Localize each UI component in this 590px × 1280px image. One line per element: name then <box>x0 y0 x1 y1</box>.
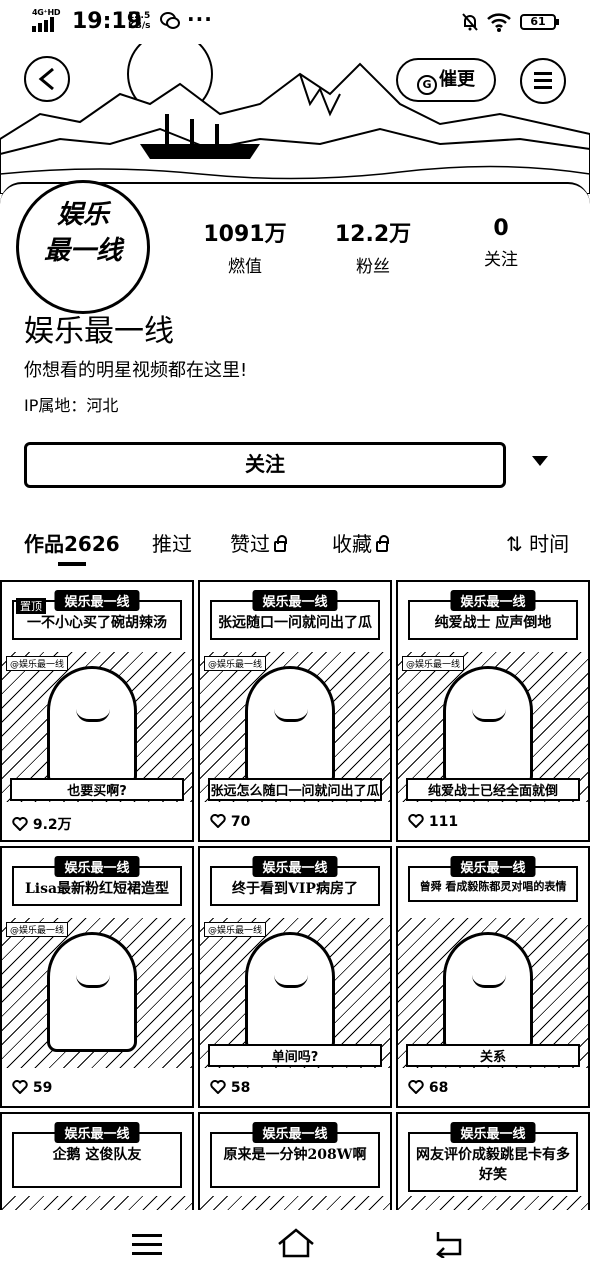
watermark: @娱乐最一线 <box>402 656 465 671</box>
tab-favorites[interactable]: 收藏 <box>332 528 389 557</box>
video-thumbnail <box>2 1196 192 1210</box>
avatar[interactable]: 娱乐 最一线 <box>16 180 150 314</box>
video-thumbnail <box>2 918 192 1068</box>
stat-heat[interactable]: 1091万 燃值 <box>190 216 300 277</box>
urge-update-button[interactable]: G 催更 <box>396 58 496 102</box>
heart-icon <box>210 814 226 828</box>
wechat-icon <box>160 12 180 29</box>
follow-button[interactable]: 关注 <box>24 442 506 488</box>
ip-location: IP属地：河北 <box>24 396 119 415</box>
watermark: @娱乐最一线 <box>6 922 69 937</box>
sort-by-time-button[interactable]: ⇅ 时间 <box>506 528 569 557</box>
content-tabs: 作品2626 推过 赞过 收藏 ⇅ 时间 <box>0 524 590 570</box>
heart-icon <box>210 1080 226 1094</box>
video-subtitle: 单间吗? <box>208 1044 382 1067</box>
wifi-icon <box>487 13 511 32</box>
heart-icon <box>12 1080 28 1094</box>
active-tab-indicator <box>58 562 86 566</box>
status-bar: 4G⁺HD 19:19 12.5 KB/s ··· 61 <box>0 0 590 44</box>
back-button[interactable] <box>24 56 70 102</box>
back-nav-button[interactable] <box>434 1228 466 1258</box>
tab-liked[interactable]: 赞过 <box>230 528 287 557</box>
profile-bio: 你想看的明星视频都在这里! <box>24 360 248 381</box>
video-card[interactable]: 娱乐最一线 原来是一分钟208W啊 <box>198 1112 392 1210</box>
sort-icon: ⇅ <box>506 532 530 556</box>
video-card[interactable]: 娱乐最一线 终于看到VIP病房了 @娱乐最一线 单间吗? 58 <box>198 846 392 1108</box>
signal-icon: 4G⁺HD <box>32 8 62 32</box>
video-subtitle: 纯爱战士已经全面就倒 <box>406 778 580 801</box>
video-subtitle: 关系 <box>406 1044 580 1067</box>
video-subtitle: 也要买啊? <box>10 778 184 801</box>
lock-icon <box>376 535 389 552</box>
like-count: 9.2万 <box>12 814 72 834</box>
video-subtitle: 张远怎么随口一问就问出了瓜 <box>208 778 382 801</box>
home-button[interactable] <box>276 1226 316 1260</box>
heart-icon <box>12 817 28 831</box>
video-thumbnail <box>200 1196 390 1210</box>
video-grid: 置顶 娱乐最一线 一不小心买了碗胡辣汤 @娱乐最一线 也要买啊? 9.2万 娱乐… <box>0 580 590 1210</box>
chevron-left-icon <box>38 67 54 91</box>
pinned-badge: 置顶 <box>16 598 46 614</box>
tab-works[interactable]: 作品2626 <box>24 528 120 557</box>
profile-name: 娱乐最一线 <box>24 314 174 349</box>
like-count: 59 <box>12 1080 52 1096</box>
dropdown-arrow-icon[interactable] <box>532 456 548 466</box>
watermark: @娱乐最一线 <box>204 922 267 937</box>
battery-icon: 61 <box>520 14 559 30</box>
more-notifications-icon: ··· <box>187 7 213 31</box>
profile-stats: 1091万 燃值 12.2万 粉丝 0 关注 <box>190 216 570 277</box>
like-count: 70 <box>210 814 250 830</box>
video-card[interactable]: 娱乐最一线 纯爱战士 应声倒地 @娱乐最一线 纯爱战士已经全面就倒 111 <box>396 580 590 842</box>
stat-following[interactable]: 0 关注 <box>446 216 556 270</box>
header-artwork <box>0 44 590 194</box>
heart-icon <box>408 1080 424 1094</box>
like-count: 111 <box>408 814 458 830</box>
video-card[interactable]: 置顶 娱乐最一线 一不小心买了碗胡辣汤 @娱乐最一线 也要买啊? 9.2万 <box>0 580 194 842</box>
lock-icon <box>274 535 287 552</box>
video-card[interactable]: 娱乐最一线 网友评价成毅跳昆卡有多好笑 <box>396 1112 590 1210</box>
video-card[interactable]: 娱乐最一线 企鹅 这俊队友 <box>0 1112 194 1210</box>
urge-icon: G <box>417 75 437 95</box>
watermark: @娱乐最一线 <box>6 656 69 671</box>
video-card[interactable]: 娱乐最一线 曾舜 看成毅陈都灵对唱的表情 关系 68 <box>396 846 590 1108</box>
watermark: @娱乐最一线 <box>204 656 267 671</box>
tab-recommended[interactable]: 推过 <box>152 528 192 557</box>
video-card[interactable]: 娱乐最一线 Lisa最新粉红短裙造型 @娱乐最一线 59 <box>0 846 194 1108</box>
stat-followers[interactable]: 12.2万 粉丝 <box>318 216 428 277</box>
like-count: 58 <box>210 1080 250 1096</box>
video-thumbnail <box>398 1196 588 1210</box>
system-nav-bar <box>0 1210 590 1280</box>
video-card[interactable]: 娱乐最一线 张远随口一问就问出了瓜 @娱乐最一线 张远怎么随口一问就问出了瓜 7… <box>198 580 392 842</box>
menu-button[interactable] <box>520 58 566 104</box>
recent-apps-button[interactable] <box>132 1232 162 1256</box>
heart-icon <box>408 814 424 828</box>
like-count: 68 <box>408 1080 448 1096</box>
mute-icon <box>462 13 478 31</box>
network-speed: 12.5 KB/s <box>128 11 151 31</box>
